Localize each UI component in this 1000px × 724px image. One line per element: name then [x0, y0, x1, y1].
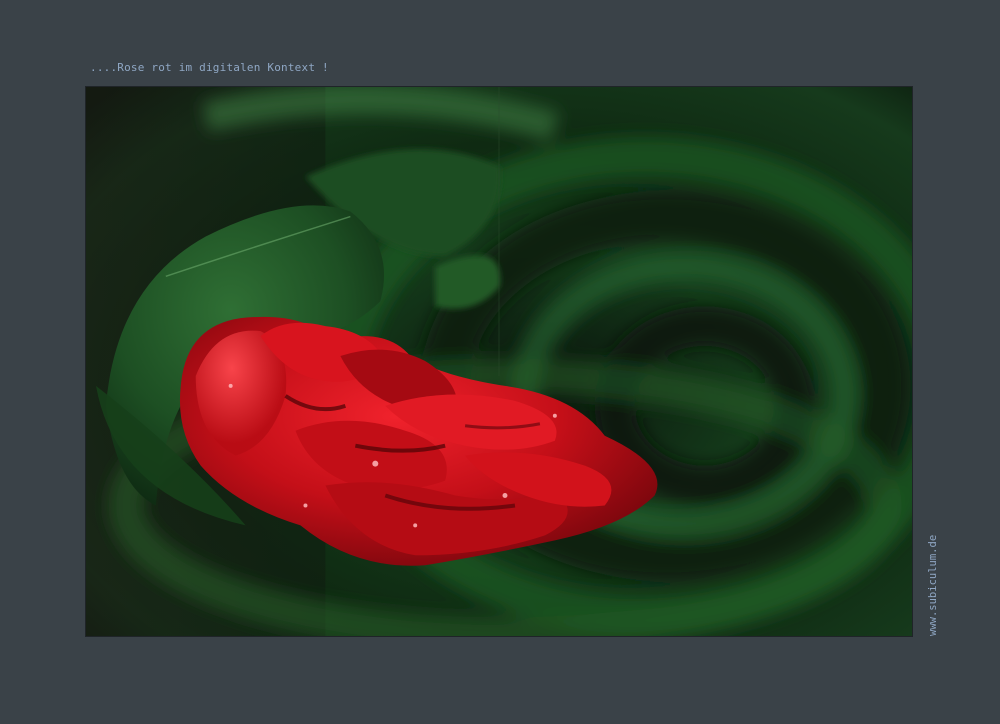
watermark-url: www.subiculum.de	[927, 520, 942, 636]
rose-swirl-image	[86, 87, 912, 636]
artwork-photo	[85, 86, 913, 637]
photo-caption: ....Rose rot im digitalen Kontext !	[90, 61, 329, 74]
watermark-text: www.subiculum.de	[927, 534, 939, 636]
